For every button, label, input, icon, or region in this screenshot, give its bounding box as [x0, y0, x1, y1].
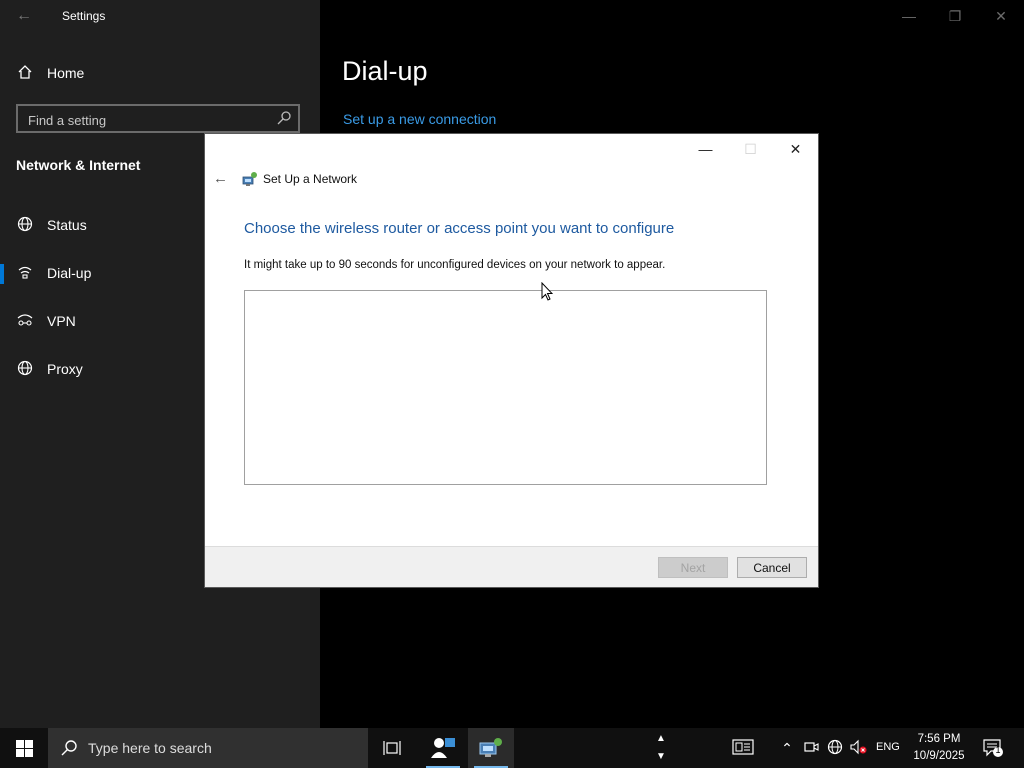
minimize-icon[interactable]: — [886, 0, 932, 32]
network-globe-icon[interactable] [826, 739, 844, 757]
taskbar-search-placeholder: Type here to search [88, 740, 212, 756]
dialog-description: It might take up to 90 seconds for uncon… [244, 259, 666, 271]
page-title: Dial-up [342, 56, 428, 86]
taskbar-network-setup-app[interactable] [468, 728, 514, 768]
sidebar-item-label: Status [47, 217, 87, 233]
sidebar-item-label: Dial-up [47, 265, 92, 281]
clock-time: 7:56 PM [917, 733, 961, 745]
home-icon [16, 64, 34, 82]
windows-logo-icon [15, 739, 33, 757]
restore-icon[interactable]: ❐ [932, 0, 978, 32]
section-title: Network & Internet [16, 157, 141, 173]
network-setup-icon [242, 171, 258, 187]
close-icon[interactable]: ✕ [773, 134, 818, 164]
next-button[interactable]: Next [658, 557, 728, 578]
volume-muted-icon[interactable] [850, 739, 868, 757]
input-language[interactable]: ENG [876, 741, 900, 753]
search-icon[interactable] [276, 110, 292, 126]
window-title: Settings [62, 9, 106, 23]
setup-new-connection-link[interactable]: Set up a new connection [343, 111, 496, 127]
chevron-up-icon[interactable]: ⌃ [778, 739, 796, 757]
taskbar-search[interactable]: Type here to search [48, 728, 368, 768]
clock[interactable]: 7:56 PM 10/9/2025 [908, 731, 970, 765]
maximize-icon: ☐ [744, 140, 757, 157]
news-icon[interactable] [731, 739, 755, 757]
back-arrow-icon[interactable]: ← [16, 7, 32, 25]
network-setup-icon [479, 738, 502, 757]
people-icon [431, 738, 455, 758]
dialog-footer: Next Cancel [205, 546, 818, 587]
globe-icon [16, 360, 34, 378]
cancel-button[interactable]: Cancel [737, 557, 807, 578]
find-setting-search[interactable] [16, 104, 300, 133]
sidebar-item-label: Proxy [47, 361, 83, 377]
setup-network-dialog: — ☐ ✕ ← Set Up a Network Choose the wire… [205, 134, 818, 587]
dialog-window-controls: — ☐ ✕ [683, 134, 818, 164]
minimize-icon[interactable]: — [683, 134, 728, 164]
window-controls: — ❐ ✕ [886, 0, 1024, 32]
close-icon[interactable]: ✕ [978, 0, 1024, 32]
taskbar-people-app[interactable] [420, 728, 466, 768]
task-view-icon [383, 741, 401, 755]
back-arrow-icon[interactable]: ← [213, 170, 231, 188]
dialog-heading: Choose the wireless router or access poi… [244, 220, 675, 237]
vpn-icon [16, 312, 34, 330]
scroll-arrows-icon[interactable]: ▲ ▼ [653, 730, 669, 766]
globe-icon [16, 216, 34, 234]
search-input[interactable] [26, 110, 270, 130]
meet-icon[interactable] [802, 739, 820, 757]
dialog-title: Set Up a Network [263, 172, 358, 186]
taskbar: Type here to search ▲ ▼ ⌃ ENG 7:56 PM 10/… [0, 728, 1024, 768]
clock-date: 10/9/2025 [913, 750, 965, 762]
mouse-cursor-icon [541, 282, 553, 301]
start-button[interactable] [0, 728, 48, 768]
sidebar-item-label: VPN [47, 313, 76, 329]
nav-home[interactable]: Home [0, 53, 320, 93]
notification-badge: 1 [995, 745, 1001, 755]
nav-home-label: Home [47, 65, 85, 81]
dialup-icon [16, 264, 34, 282]
notification-center-button[interactable]: 1 [982, 738, 1004, 758]
task-view-button[interactable] [369, 728, 415, 768]
search-icon [60, 739, 78, 757]
device-list[interactable] [244, 290, 767, 485]
